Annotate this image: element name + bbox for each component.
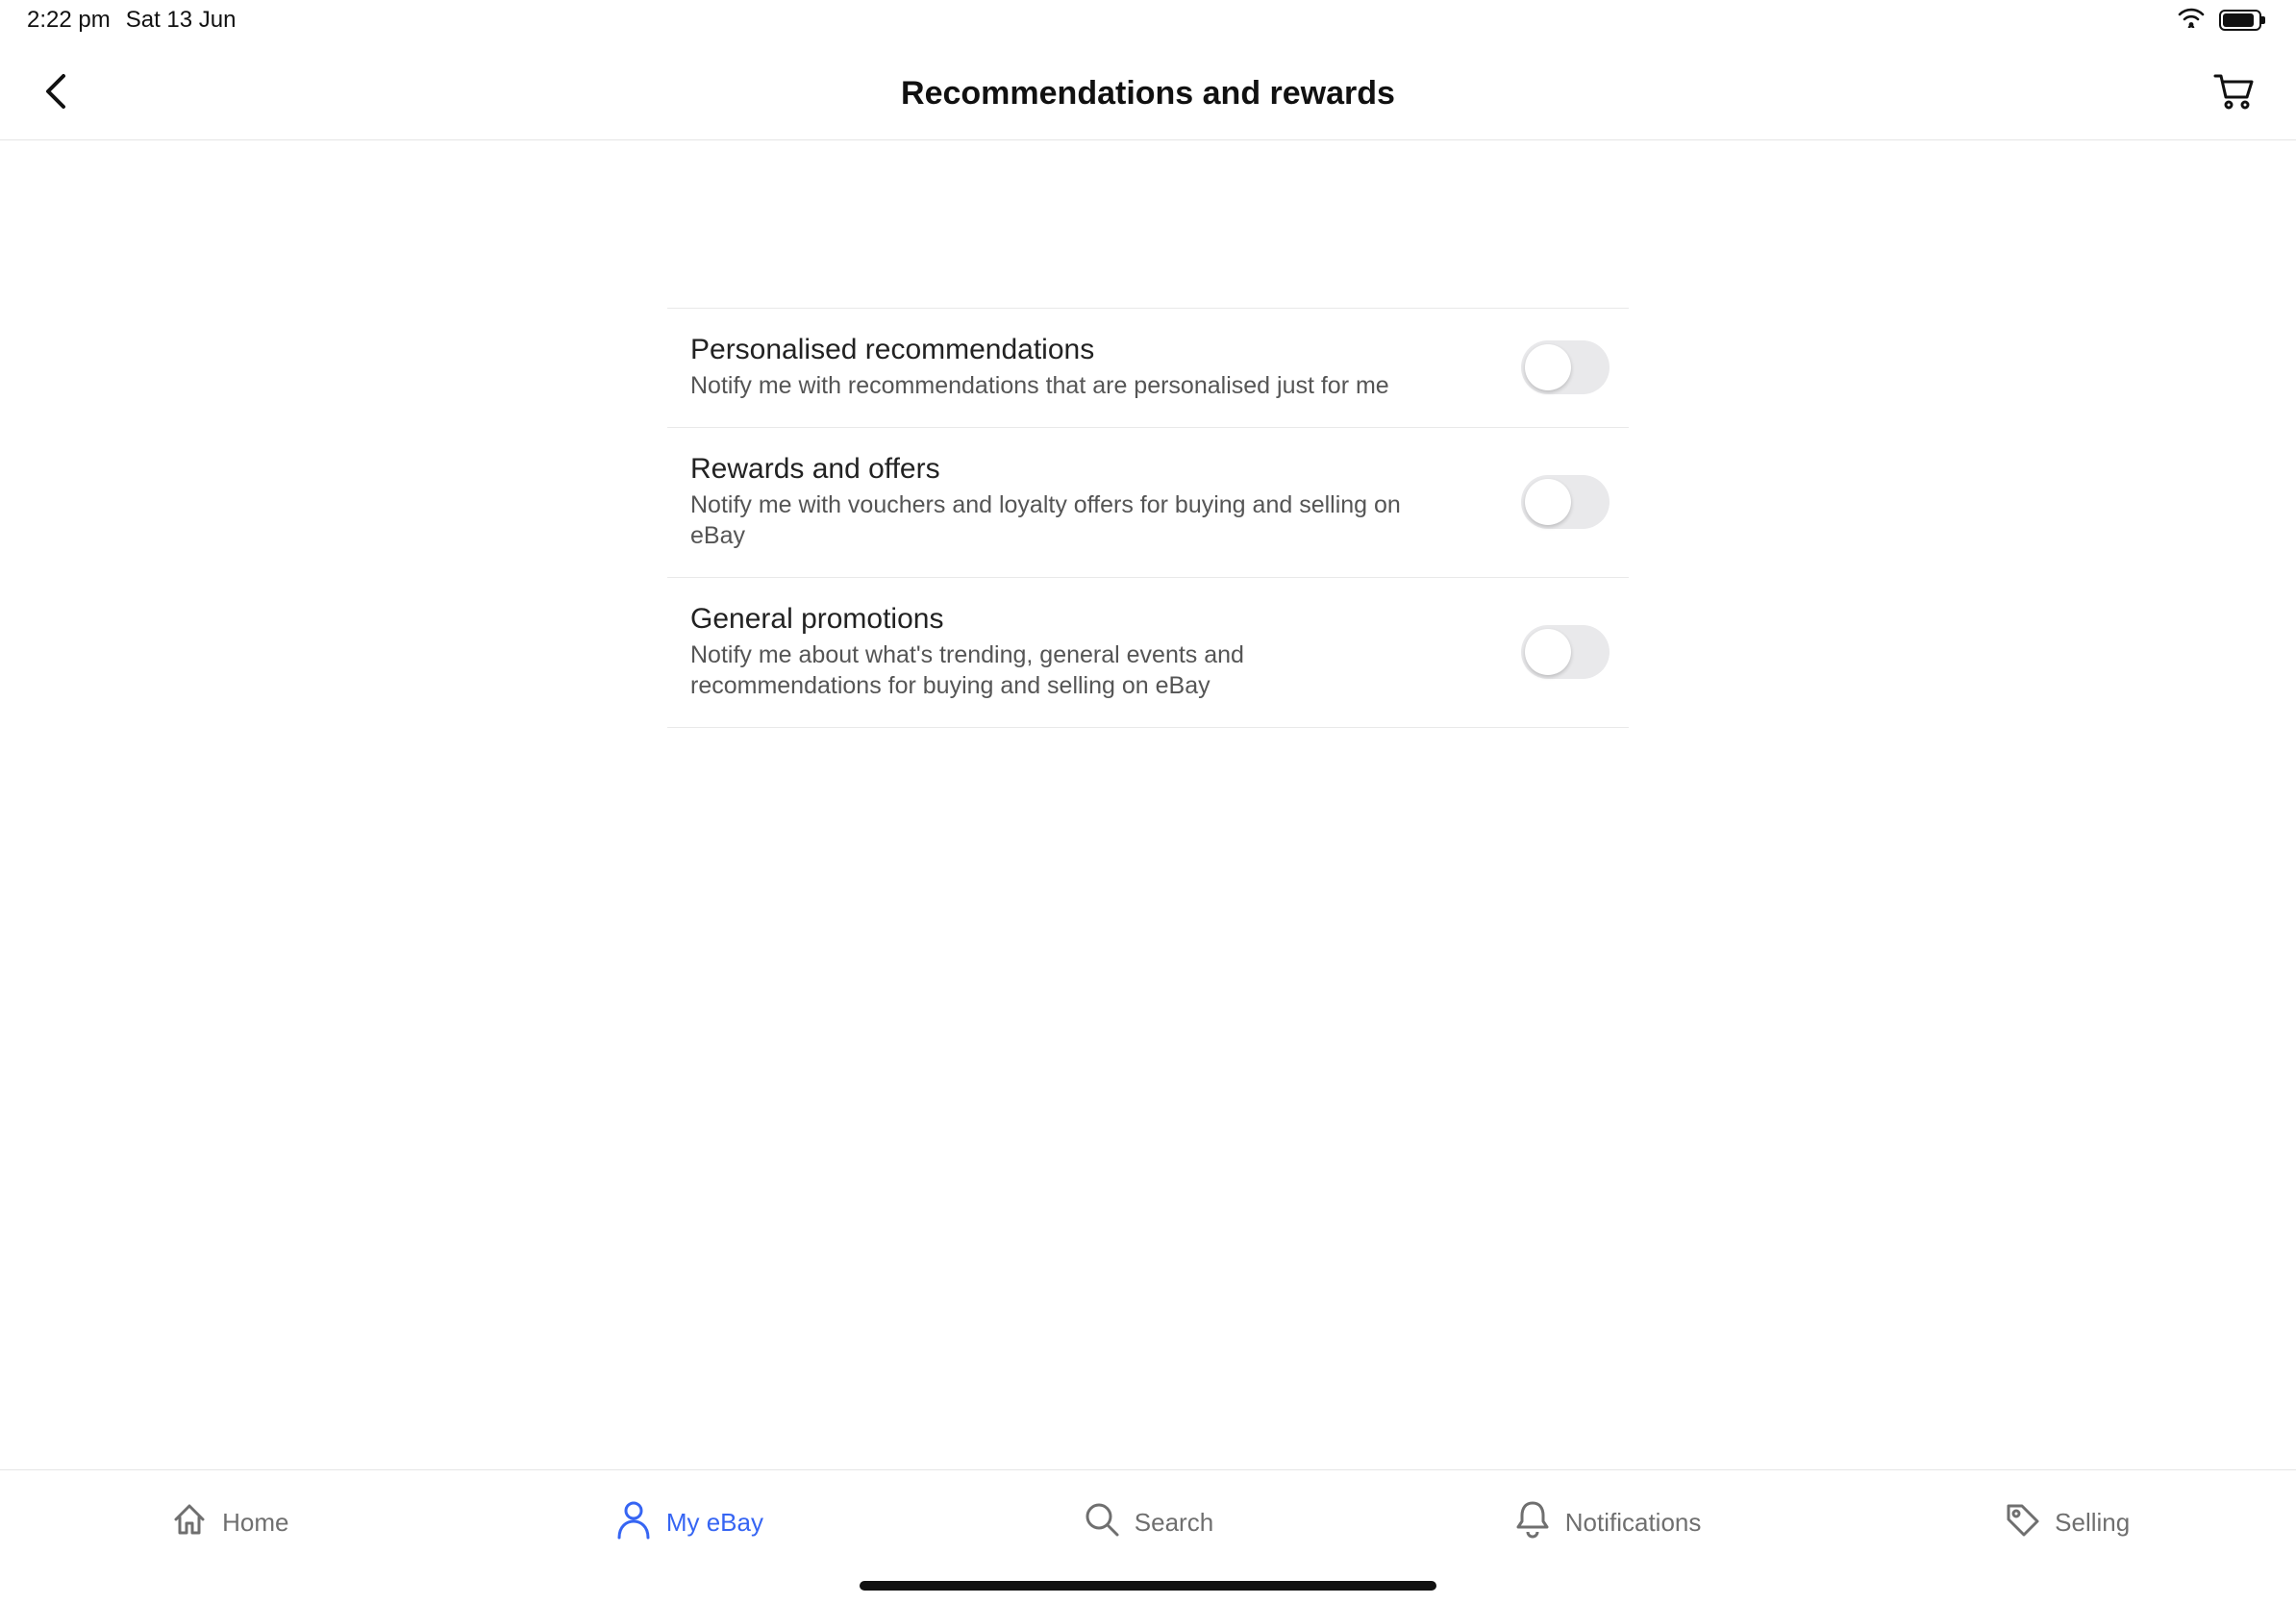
setting-rewards-and-offers: Rewards and offers Notify me with vouche… [667, 428, 1629, 578]
tab-my-ebay[interactable]: My eBay [460, 1470, 919, 1575]
settings-list: Personalised recommendations Notify me w… [667, 308, 1629, 728]
status-bar: 2:22 pm Sat 13 Jun [0, 0, 2296, 40]
cart-button[interactable] [2213, 72, 2254, 115]
setting-title: General promotions [690, 603, 1421, 636]
bell-icon [1513, 1499, 1552, 1546]
toggle-personalised-recommendations[interactable] [1521, 340, 1610, 394]
toggle-rewards-and-offers[interactable] [1521, 475, 1610, 529]
tab-label: Selling [2055, 1508, 2130, 1538]
toggle-knob [1525, 344, 1571, 390]
page-title: Recommendations and rewards [0, 75, 2296, 113]
battery-fill [2223, 13, 2254, 27]
tab-home[interactable]: Home [0, 1470, 460, 1575]
nav-header: Recommendations and rewards [0, 48, 2296, 140]
setting-general-promotions: General promotions Notify me about what'… [667, 578, 1629, 728]
back-button[interactable] [42, 72, 71, 115]
tab-label: Home [222, 1508, 288, 1538]
setting-title: Rewards and offers [690, 453, 1421, 486]
setting-desc: Notify me about what's trending, general… [690, 639, 1421, 702]
status-right [2177, 7, 2261, 35]
toggle-general-promotions[interactable] [1521, 625, 1610, 679]
toggle-knob [1525, 629, 1571, 675]
tab-notifications[interactable]: Notifications [1378, 1470, 1837, 1575]
toggle-knob [1525, 479, 1571, 525]
setting-text: General promotions Notify me about what'… [690, 603, 1421, 702]
status-time: 2:22 pm [27, 7, 111, 34]
setting-desc: Notify me with vouchers and loyalty offe… [690, 489, 1421, 552]
setting-text: Rewards and offers Notify me with vouche… [690, 453, 1421, 552]
person-icon [614, 1499, 653, 1546]
search-icon [1083, 1500, 1121, 1545]
setting-title: Personalised recommendations [690, 334, 1389, 366]
wifi-icon [2177, 7, 2206, 35]
status-left: 2:22 pm Sat 13 Jun [27, 7, 236, 34]
battery-icon [2219, 10, 2261, 31]
home-indicator[interactable] [860, 1581, 1436, 1591]
setting-text: Personalised recommendations Notify me w… [690, 334, 1389, 402]
tab-search[interactable]: Search [918, 1470, 1378, 1575]
tab-label: My eBay [666, 1508, 763, 1538]
tag-icon [2003, 1500, 2041, 1545]
tab-selling[interactable]: Selling [1836, 1470, 2296, 1575]
tab-label: Notifications [1565, 1508, 1702, 1538]
tab-label: Search [1135, 1508, 1213, 1538]
setting-desc: Notify me with recommendations that are … [690, 370, 1389, 402]
setting-personalised-recommendations: Personalised recommendations Notify me w… [667, 309, 1629, 428]
status-date: Sat 13 Jun [126, 7, 237, 34]
home-icon [170, 1500, 209, 1545]
